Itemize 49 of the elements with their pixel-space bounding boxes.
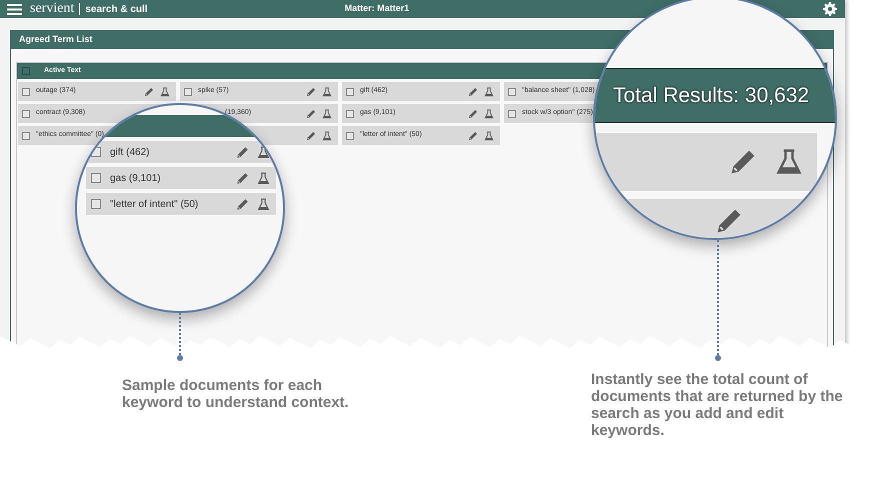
pencil-icon[interactable] — [468, 86, 478, 96]
checkbox[interactable] — [22, 67, 30, 75]
pencil-icon[interactable] — [236, 146, 249, 158]
checkbox[interactable] — [346, 88, 354, 96]
pencil-icon[interactable] — [306, 130, 316, 140]
pencil-icon[interactable] — [236, 198, 249, 210]
checkbox[interactable] — [346, 110, 354, 118]
flask-icon[interactable] — [322, 130, 332, 140]
term-label: "letter of intent" (50) — [110, 198, 198, 212]
pencil-icon[interactable] — [468, 108, 478, 118]
checkbox[interactable] — [22, 110, 30, 118]
term-label: gas (9,101) — [110, 172, 161, 186]
checkbox[interactable] — [91, 199, 101, 209]
flask-icon[interactable] — [484, 130, 494, 140]
term-label: gift (462) — [110, 146, 150, 160]
pencil-icon[interactable] — [468, 130, 478, 140]
term-row[interactable] — [595, 133, 817, 191]
term-row[interactable]: "letter of intent" (50) — [86, 193, 276, 215]
checkbox[interactable] — [91, 147, 101, 157]
flask-icon[interactable] — [322, 86, 332, 96]
pencil-icon[interactable] — [306, 108, 316, 118]
flask-icon[interactable] — [257, 172, 270, 184]
flask-icon[interactable] — [484, 108, 494, 118]
checkbox[interactable] — [22, 88, 30, 96]
flask-icon[interactable] — [775, 148, 803, 176]
pencil-icon[interactable] — [236, 172, 249, 184]
flask-icon[interactable] — [257, 198, 270, 210]
menu-icon[interactable] — [7, 4, 22, 14]
caption: Sample documents for each keyword to understand context. — [122, 377, 350, 411]
pencil-icon[interactable] — [729, 148, 757, 176]
flask-icon[interactable] — [322, 108, 332, 118]
checkbox[interactable] — [346, 132, 354, 140]
flask-icon[interactable] — [257, 146, 270, 158]
flask-icon[interactable] — [484, 86, 494, 96]
checkbox[interactable] — [91, 173, 101, 183]
pencil-icon[interactable] — [144, 86, 154, 96]
checkbox[interactable] — [184, 88, 192, 96]
pencil-icon[interactable] — [715, 207, 743, 235]
checkbox[interactable] — [508, 88, 516, 96]
checkbox[interactable] — [22, 132, 30, 140]
logo: servient — [30, 2, 74, 16]
term-row[interactable]: gas (9,101) — [86, 167, 276, 189]
flask-icon[interactable] — [160, 86, 170, 96]
caption: Instantly see the total count of documents that are returned by the search as you add and edit keywords. — [591, 371, 844, 439]
pencil-icon[interactable] — [306, 86, 316, 96]
matter-name: Matter: Matter1 — [344, 2, 410, 16]
module-title: search & cull — [85, 2, 148, 16]
settings-icon[interactable] — [823, 2, 838, 16]
checkbox[interactable] — [508, 110, 516, 118]
